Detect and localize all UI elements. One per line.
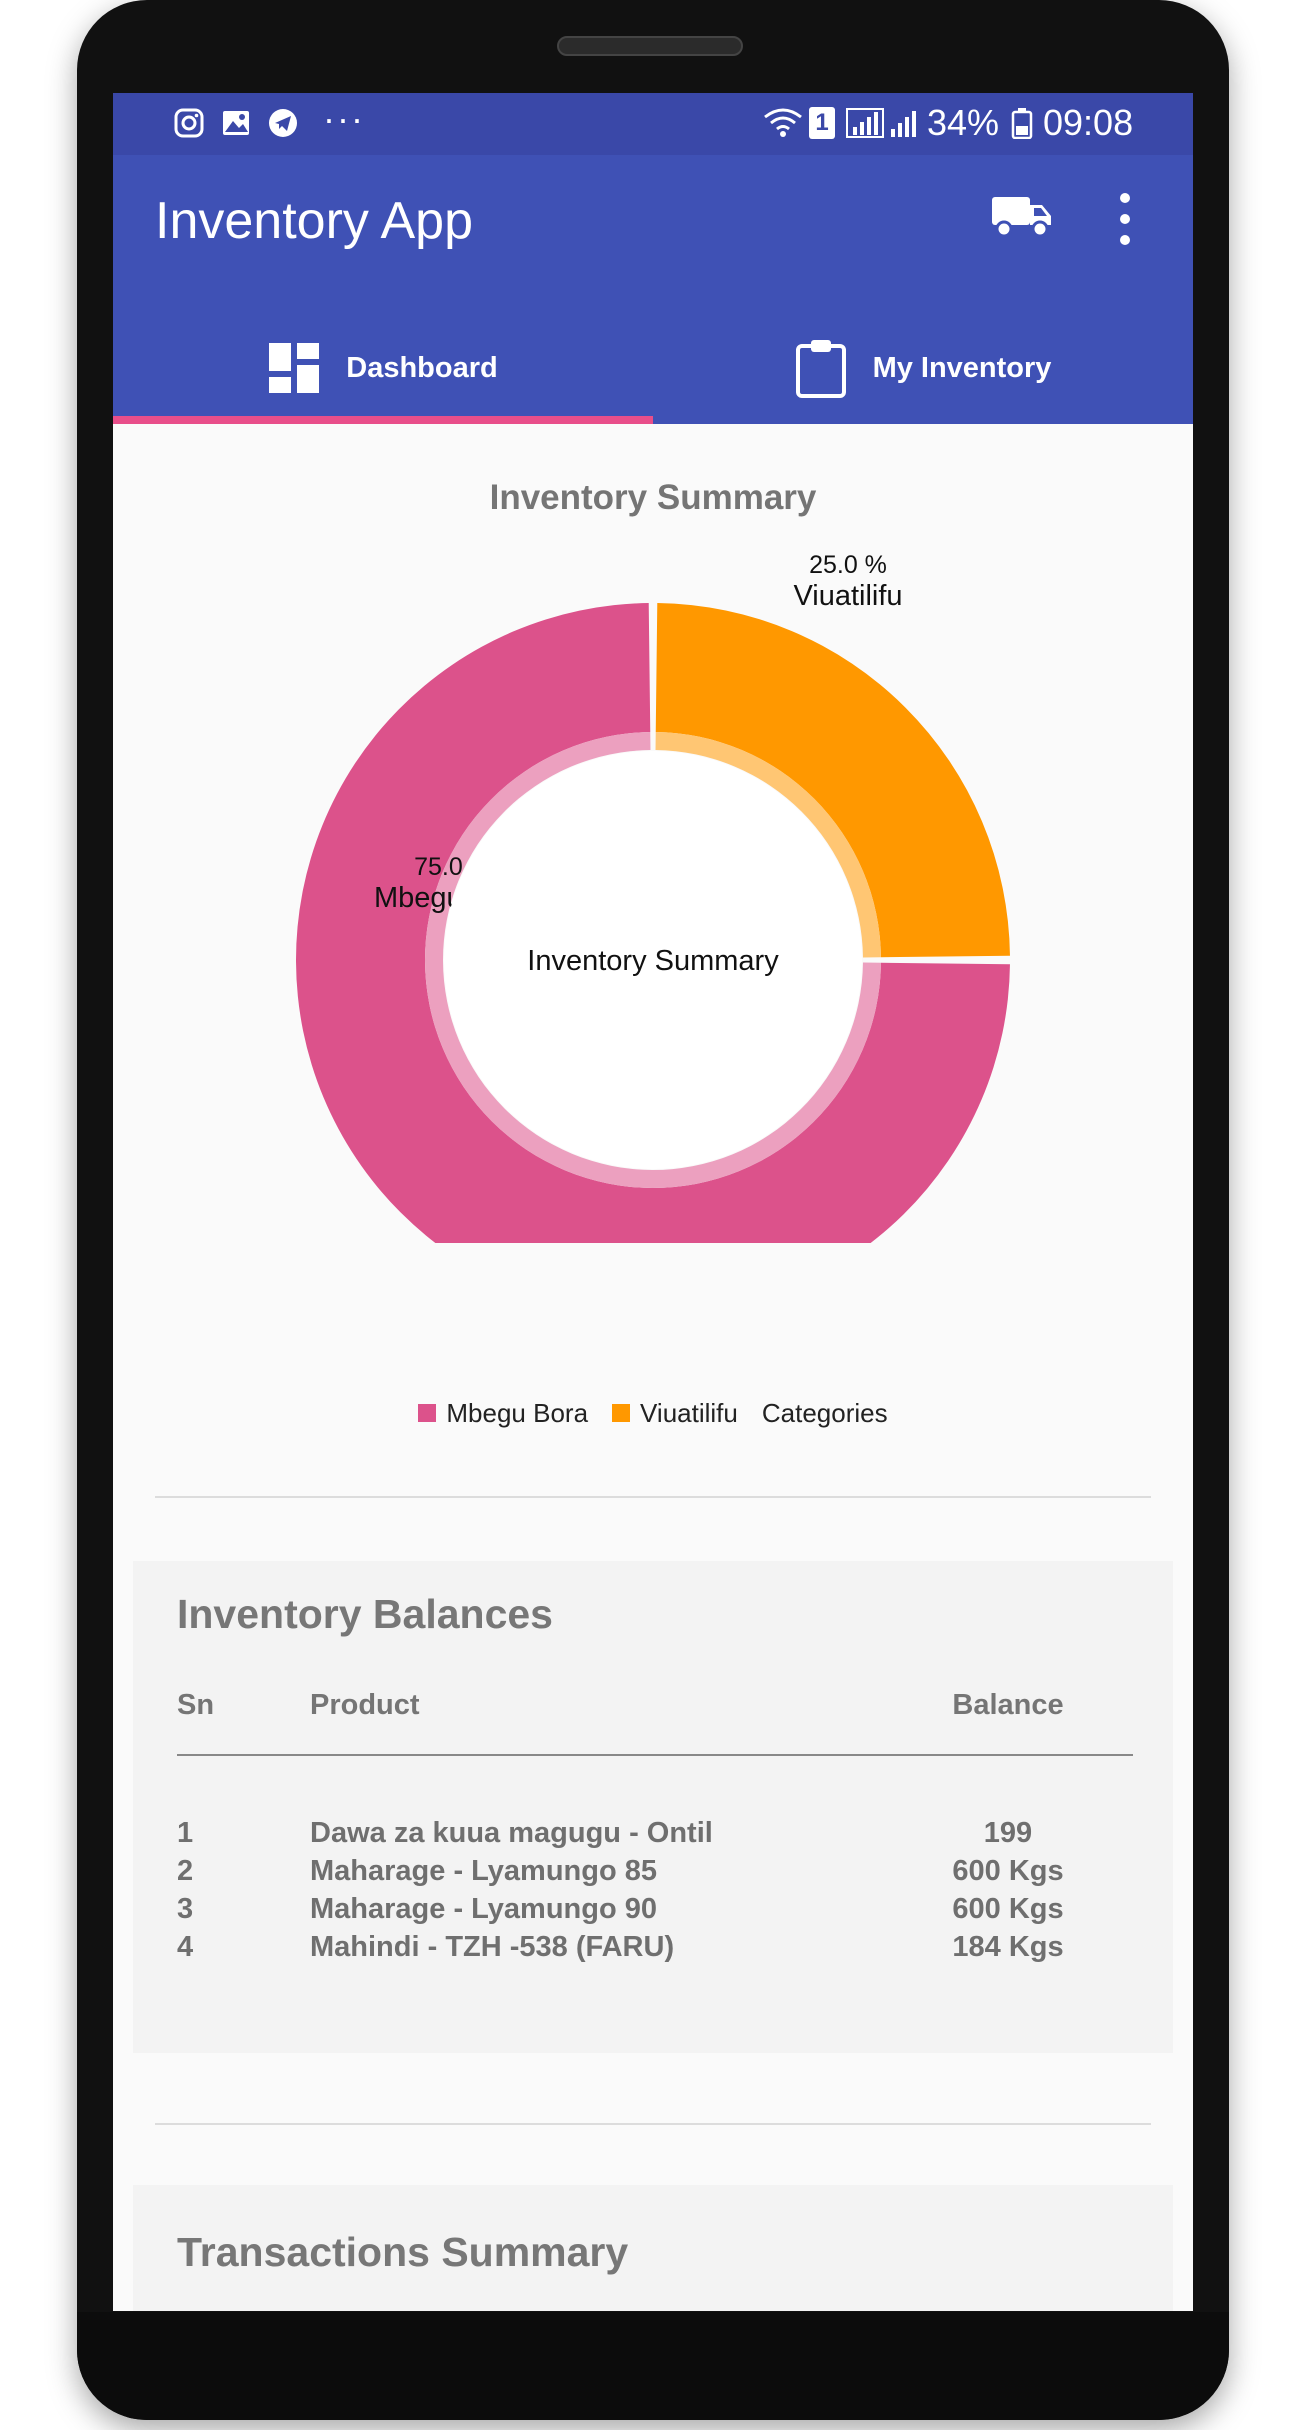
table-header-rule: [177, 1754, 1133, 1756]
phone-chin: [77, 2312, 1229, 2420]
tab-dashboard[interactable]: Dashboard: [113, 312, 653, 424]
truck-icon[interactable]: [991, 191, 1053, 241]
cell-product: Mahindi - TZH -538 (FARU): [310, 1931, 675, 1963]
screen: ··· 1 34% 09:08 Inventory App Dashboard …: [113, 93, 1193, 2311]
column-header-product: Product: [310, 1689, 420, 1721]
legend-label: Viuatilifu: [640, 1397, 738, 1428]
signal-sim2-icon: [891, 111, 916, 137]
column-header-sn: Sn: [177, 1689, 215, 1721]
section-divider: [155, 1496, 1151, 1498]
cell-sn: 1: [177, 1817, 194, 1849]
dashboard-icon: [269, 343, 320, 393]
gallery-icon: [223, 111, 249, 135]
donut-svg: 25.0 %Viuatilifu75.0 %Mbegu BoraInventor…: [296, 551, 1010, 1317]
cell-sn: 4: [177, 1931, 194, 1963]
battery-percent: 34%: [927, 102, 1000, 143]
overflow-menu-icon[interactable]: [1113, 189, 1137, 249]
donut-value-label: 25.0 %: [809, 551, 887, 579]
donut-center-text: Inventory Summary: [527, 945, 779, 977]
section-divider: [155, 2123, 1151, 2125]
clock: 09:08: [1043, 102, 1134, 143]
status-bar: ··· 1 34% 09:08: [113, 93, 1193, 155]
cell-balance: 600 Kgs: [952, 1893, 1064, 1925]
telegram-icon: [269, 109, 297, 137]
cell-balance: 600 Kgs: [952, 1855, 1064, 1887]
balances-title: Inventory Balances: [177, 1591, 553, 1637]
cell-sn: 3: [177, 1893, 194, 1925]
cell-product: Maharage - Lyamungo 90: [310, 1893, 658, 1925]
column-header-balance: Balance: [952, 1689, 1064, 1721]
tab-selected-indicator: [113, 416, 653, 424]
wifi-icon: [764, 108, 802, 137]
cell-product: Dawa za kuua magugu - Ontil: [310, 1817, 713, 1849]
tab-bar: Dashboard My Inventory: [113, 312, 1193, 424]
cell-balance: 184 Kgs: [952, 1931, 1064, 1963]
cell-balance: 199: [983, 1817, 1033, 1849]
legend-description: Categories: [761, 1397, 888, 1428]
legend-label: Mbegu Bora: [446, 1397, 589, 1428]
cell-sn: 2: [177, 1855, 194, 1887]
tab-dashboard-label: Dashboard: [346, 351, 498, 384]
signal-sim1-icon: [846, 108, 884, 138]
clipboard-icon: [795, 340, 846, 398]
chart-legend: Mbegu Bora Viuatilifu Categories: [113, 1393, 1193, 1433]
earpiece-speaker: [557, 36, 743, 56]
cell-product: Maharage - Lyamungo 85: [310, 1855, 658, 1887]
legend-item-mbegu-bora: Mbegu Bora: [418, 1398, 588, 1429]
more-notifications-icon: ···: [323, 98, 365, 139]
legend-swatch: [418, 1404, 437, 1422]
app-title: Inventory App: [155, 192, 473, 250]
transactions-title: Transactions Summary: [177, 2229, 629, 2275]
instagram-icon: [174, 108, 204, 138]
battery-icon: [1011, 108, 1033, 139]
transactions-summary-card: Transactions Summary: [133, 2185, 1173, 2311]
inventory-donut-chart: 25.0 % Viuatilifu 75.0 % Mbegu Bora Inventor…: [113, 463, 1193, 1317]
sim-slot-badge: 1: [809, 107, 835, 139]
app-bar: Inventory App: [113, 155, 1193, 312]
inventory-balances-card: Inventory Balances Sn Product Balance 1 …: [133, 1561, 1173, 2053]
legend-item-viuatilifu: Viuatilifu: [612, 1398, 738, 1429]
tab-my-inventory-label: My Inventory: [872, 351, 1052, 384]
tab-my-inventory[interactable]: My Inventory: [653, 312, 1193, 424]
legend-swatch: [612, 1404, 631, 1422]
donut-category-label: Viuatilifu: [793, 580, 902, 612]
